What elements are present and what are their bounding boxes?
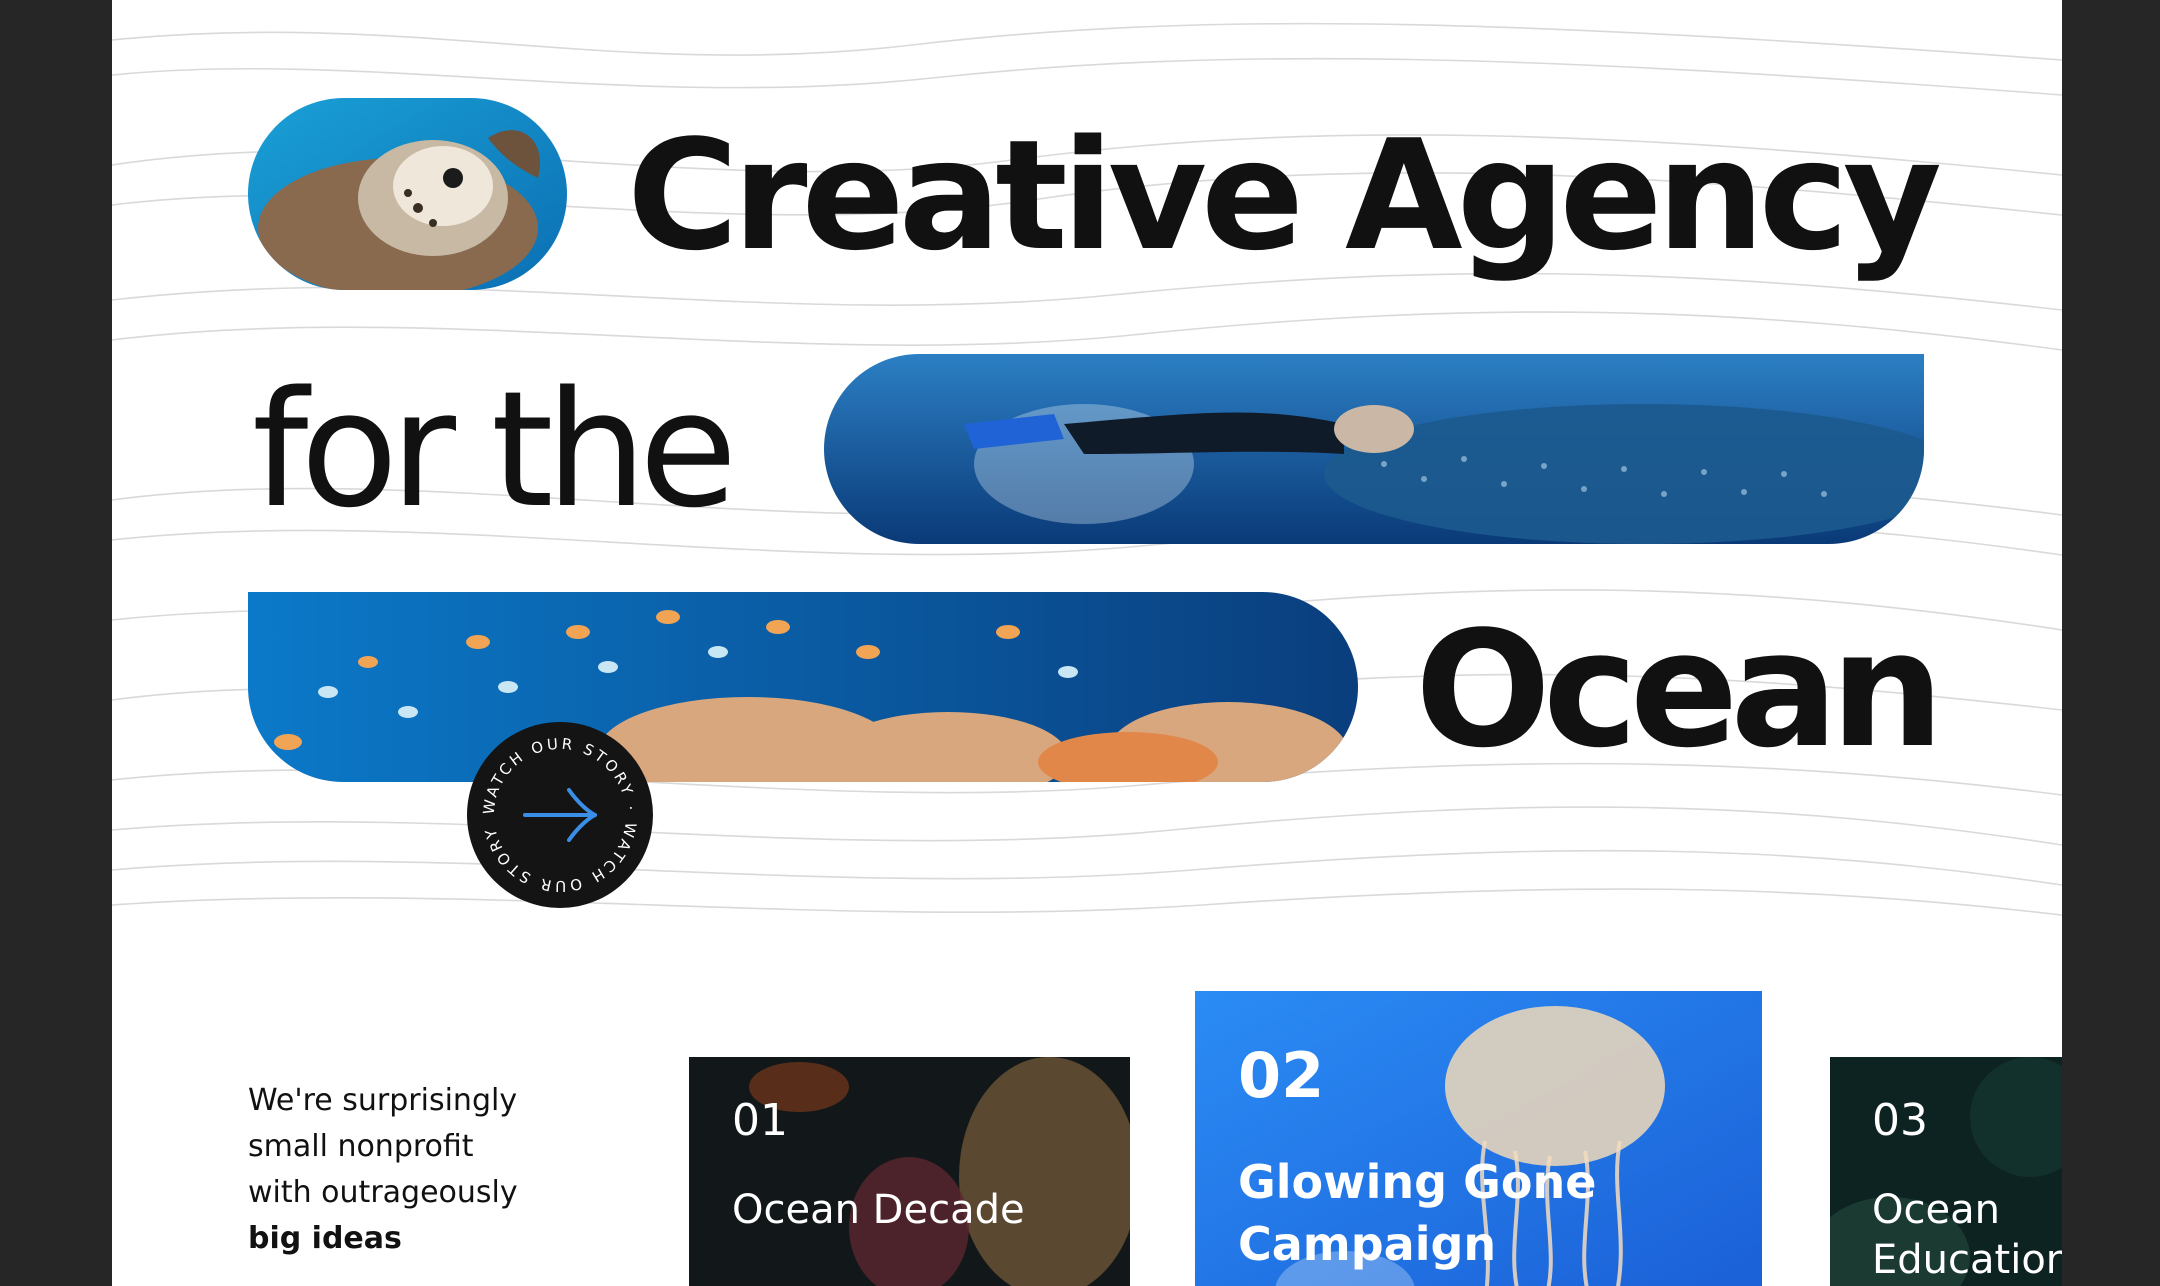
card-number: 03: [1872, 1095, 1928, 1146]
project-card-ocean-education[interactable]: 03 Ocean Education: [1830, 1057, 2062, 1286]
landing-page: Creative Agency for the Ocean WATCH OUR …: [112, 0, 2062, 1286]
card-number: 01: [732, 1095, 788, 1146]
arrow-right-icon: [523, 788, 597, 842]
headline-line-3: Ocean: [1415, 596, 1944, 783]
intro-text: We're surprisingly small nonprofit with …: [248, 1078, 608, 1262]
intro-line-3: with outrageously: [248, 1175, 518, 1210]
turtle-photo: [248, 98, 567, 290]
intro-bold-line: big ideas: [248, 1221, 402, 1256]
card-title: Ocean Education: [1872, 1187, 2062, 1283]
card-title: Ocean Decade: [732, 1187, 1025, 1233]
watch-our-story-button[interactable]: WATCH OUR STORY · WATCH OUR STORY ·: [467, 722, 653, 908]
card-number: 02: [1238, 1039, 1325, 1112]
diver-whale-shark-photo: [824, 354, 1924, 544]
headline-line-2: for the: [252, 356, 737, 543]
headline-line-1: Creative Agency: [627, 107, 1942, 284]
card-title: Glowing Gone Campaign: [1238, 1155, 1597, 1271]
project-card-ocean-decade[interactable]: 01 Ocean Decade: [689, 1057, 1130, 1286]
coral-reef-photo: [248, 592, 1358, 782]
watch-our-story-label: WATCH OUR STORY · WATCH OUR STORY ·: [467, 722, 640, 895]
card-1-background: [689, 1057, 1130, 1286]
intro-line-2: small nonprofit: [248, 1129, 474, 1164]
intro-line-1: We're surprisingly: [248, 1083, 518, 1118]
project-card-glowing-gone[interactable]: 02 Glowing Gone Campaign: [1195, 991, 1762, 1286]
